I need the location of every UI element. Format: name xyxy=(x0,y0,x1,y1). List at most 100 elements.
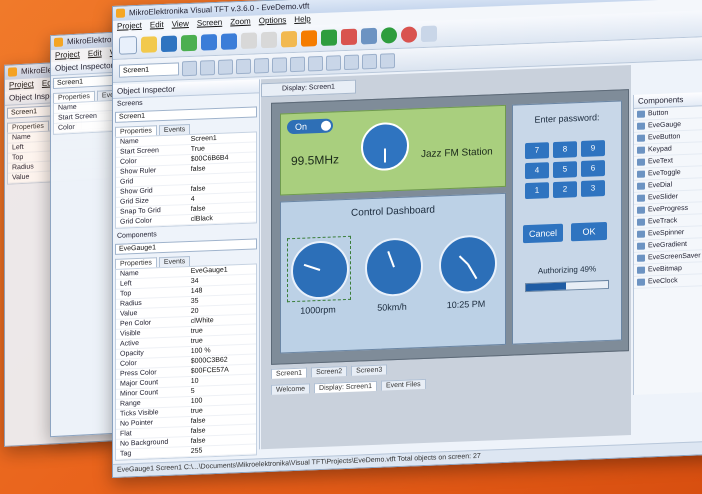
screen-tab-1[interactable]: Screen1 xyxy=(271,367,308,379)
screen-tab-3[interactable]: Screen3 xyxy=(351,364,388,376)
property-value[interactable]: 255 xyxy=(191,444,256,456)
progress-fill xyxy=(526,282,567,292)
screen-property-list: Name Screen1 Start Screen True Color $00C6B6B… xyxy=(115,131,257,229)
key-7[interactable]: 7 xyxy=(525,142,549,160)
align-left-icon[interactable] xyxy=(182,60,197,76)
app-icon xyxy=(54,37,63,47)
app-icon xyxy=(8,67,17,77)
toggle-knob xyxy=(321,120,331,131)
menu-view[interactable]: View xyxy=(172,18,189,31)
tab-welcome[interactable]: Welcome xyxy=(271,383,311,395)
key-5[interactable]: 5 xyxy=(553,161,577,179)
keypad: 7 8 9 4 5 6 1 2 3 xyxy=(525,140,605,200)
screen-tab-2[interactable]: Screen2 xyxy=(311,365,348,378)
same-height-icon[interactable] xyxy=(344,54,359,70)
settings-icon[interactable] xyxy=(301,30,317,47)
auth-progress xyxy=(525,279,609,293)
tab-events[interactable]: Events xyxy=(158,123,191,136)
password-title: Enter password: xyxy=(534,112,600,125)
menu-edit[interactable]: Edit xyxy=(150,19,164,32)
cut-icon[interactable] xyxy=(241,32,257,50)
components-panel: Components Button EveGauge EveButton Keypad… xyxy=(633,91,702,395)
undo-icon[interactable] xyxy=(201,33,217,51)
document-tabs: Welcome Display: Screen1 Event Files xyxy=(271,378,426,395)
password-panel[interactable]: Enter password: 7 8 9 4 5 6 1 2 3 Cancel… xyxy=(512,100,622,345)
component-item[interactable]: EveClock xyxy=(634,273,702,289)
dashboard-title: Control Dashboard xyxy=(351,204,435,219)
menu-project[interactable]: Project xyxy=(55,49,80,62)
align-bottom-icon[interactable] xyxy=(272,56,287,73)
minute-hand xyxy=(467,263,478,280)
distribute-v-icon[interactable] xyxy=(308,55,323,71)
gauge-needle xyxy=(387,251,395,268)
redo-icon[interactable] xyxy=(221,33,237,50)
frequency-label: 99.5MHz xyxy=(291,152,340,169)
design-canvas: Display: Screen1 On 99.5MHz Jazz FM Stat… xyxy=(261,65,631,450)
menu-options[interactable]: Options xyxy=(259,14,287,27)
speed-gauge[interactable] xyxy=(365,237,423,298)
key-8[interactable]: 8 xyxy=(553,141,577,159)
speed-label: 50km/h xyxy=(377,301,407,313)
stop-icon[interactable] xyxy=(341,28,357,46)
remove-icon[interactable] xyxy=(401,26,417,43)
menu-help[interactable]: Help xyxy=(294,13,310,26)
gauge-needle xyxy=(303,263,321,271)
tft-screen[interactable]: On 99.5MHz Jazz FM Station Control Dashb… xyxy=(271,89,629,365)
object-inspector-panel: Object Inspector Screens Screen1 Propert… xyxy=(113,79,260,461)
tab-properties[interactable]: Properties xyxy=(115,257,157,269)
layers-icon[interactable] xyxy=(361,27,377,45)
property-value[interactable]: clBlack xyxy=(191,212,256,224)
key-4[interactable]: 4 xyxy=(525,162,549,180)
menu-zoom[interactable]: Zoom xyxy=(230,16,250,29)
tuning-dial[interactable] xyxy=(361,121,409,172)
tab-display[interactable]: Display: Screen1 xyxy=(314,380,377,394)
align-middle-icon[interactable] xyxy=(254,57,269,74)
open-folder-icon[interactable] xyxy=(141,36,157,53)
key-9[interactable]: 9 xyxy=(581,140,605,157)
cancel-button[interactable]: Cancel xyxy=(523,223,563,244)
distribute-h-icon[interactable] xyxy=(290,56,305,72)
export-icon[interactable] xyxy=(181,34,197,52)
property-key: Tag xyxy=(120,450,132,458)
screen-tabs: Screen1 Screen2 Screen3 xyxy=(271,364,388,379)
align-top-icon[interactable] xyxy=(236,58,251,74)
tab-event-files[interactable]: Event Files xyxy=(380,378,426,391)
bring-front-icon[interactable] xyxy=(362,53,377,69)
key-2[interactable]: 2 xyxy=(553,181,577,199)
same-width-icon[interactable] xyxy=(326,54,341,71)
key-6[interactable]: 6 xyxy=(581,160,605,177)
rpm-label: 1000rpm xyxy=(300,304,336,316)
save-icon[interactable] xyxy=(161,35,177,53)
tab-events[interactable]: Events xyxy=(158,255,191,268)
main-window: MikroElektronika Visual TFT v.3.6.0 - Ev… xyxy=(112,0,702,478)
screen-combo[interactable]: Screen1 xyxy=(119,61,179,78)
align-center-icon[interactable] xyxy=(200,59,215,76)
menu-project[interactable]: Project xyxy=(9,78,34,91)
menu-screen[interactable]: Screen xyxy=(197,17,222,30)
menu-edit[interactable]: Edit xyxy=(88,47,102,60)
property-key: Color xyxy=(58,123,75,132)
ok-button[interactable]: OK xyxy=(571,221,607,242)
property-key: Grid Color xyxy=(120,217,152,226)
power-toggle[interactable]: On xyxy=(287,118,333,135)
station-label: Jazz FM Station xyxy=(421,146,493,161)
help-icon[interactable] xyxy=(421,25,437,43)
send-back-icon[interactable] xyxy=(380,52,395,69)
menu-project[interactable]: Project xyxy=(117,20,142,33)
clock-gauge[interactable] xyxy=(439,234,497,295)
component-property-list: Name EveGauge1 Left 34 Top 148 Radius 35 Value 20… xyxy=(115,263,257,461)
add-icon[interactable] xyxy=(381,27,397,44)
run-icon[interactable] xyxy=(321,29,337,46)
hour-hand xyxy=(458,255,469,266)
key-3[interactable]: 3 xyxy=(581,180,605,197)
new-file-icon[interactable] xyxy=(119,36,137,55)
tab-properties[interactable]: Properties xyxy=(115,125,157,137)
align-right-icon[interactable] xyxy=(218,58,233,75)
app-icon xyxy=(116,8,125,18)
display-tab[interactable]: Display: Screen1 xyxy=(261,79,356,98)
paste-icon[interactable] xyxy=(281,30,297,48)
control-dashboard[interactable]: Control Dashboard 1000rpm 50km/h 10:25 P… xyxy=(280,192,506,354)
radio-panel[interactable]: On 99.5MHz Jazz FM Station xyxy=(280,104,506,196)
key-1[interactable]: 1 xyxy=(525,182,549,200)
copy-icon[interactable] xyxy=(261,31,277,49)
